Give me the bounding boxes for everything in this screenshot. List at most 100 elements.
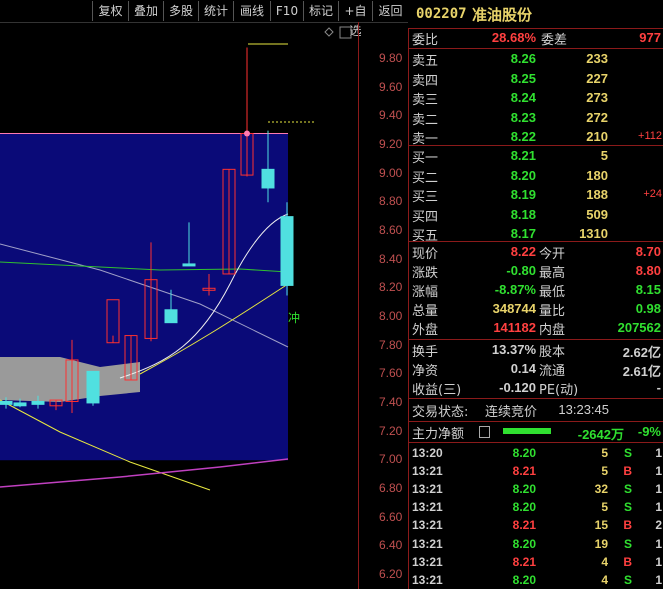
field-value: 8.20 [510, 167, 536, 183]
field-label: 换手 [412, 345, 439, 360]
field-label: 现价 [412, 247, 439, 262]
price-tick: 9.00 [379, 165, 403, 180]
field-value: 210 [586, 129, 608, 144]
field-label: 买三 [412, 190, 439, 205]
field-label: 流通 [539, 364, 566, 379]
field-value: +112 [638, 130, 662, 142]
tick-n: 1 [655, 572, 662, 587]
field-label: 委比 [412, 33, 439, 48]
tick-time: 13:21 [412, 536, 443, 551]
field-label: 涨跌 [412, 266, 439, 281]
tick-n: 1 [655, 446, 662, 460]
high-marker [244, 130, 250, 137]
tick-row: 13:21 8.21 4 B 1 [409, 553, 663, 571]
toolbar: 复权 叠加 多股 统计 画线 F10 标记 +自选 返回 [0, 0, 408, 38]
tick-time: 13:21 [412, 554, 443, 569]
field-label: 交易状态: [412, 405, 469, 420]
price-tick: 7.20 [379, 423, 403, 438]
field-label: 卖四 [412, 73, 439, 89]
tick-n: 1 [655, 482, 662, 497]
toolbar-button-0[interactable]: 复权 [92, 1, 128, 21]
field-label: PE(动) [539, 383, 579, 398]
tick-vol: 4 [601, 572, 608, 587]
tick-time: 13:21 [412, 518, 443, 533]
tick-price: 8.21 [512, 518, 536, 533]
field-value: 8.17 [510, 226, 536, 241]
tick-price: 8.20 [512, 536, 536, 551]
kline-chart[interactable]: 冲 [0, 22, 358, 589]
tick-side: B [623, 554, 632, 569]
field-label: 卖二 [412, 112, 439, 128]
divider [409, 48, 663, 49]
tick-side: S [623, 536, 632, 551]
field-value: 8.22 [510, 129, 536, 144]
field-value: 348744 [492, 301, 536, 316]
field-value: 141182 [493, 320, 536, 335]
field-value: 227 [586, 70, 608, 86]
field-value: 273 [586, 90, 608, 105]
field-value: -0.120 [499, 380, 536, 395]
field-value: 8.15 [635, 282, 661, 297]
field-value: 188 [586, 187, 608, 202]
tick-time: 13:21 [412, 464, 443, 479]
tick-row: 13:21 8.20 32 S 1 [409, 480, 663, 498]
tick-side: S [623, 446, 632, 460]
field-value: 8.24 [510, 90, 536, 105]
divider [409, 145, 663, 146]
toolbar-button-5[interactable]: F10 [270, 1, 303, 21]
price-tick: 7.80 [379, 337, 403, 352]
price-tick: 9.20 [379, 136, 403, 151]
tick-side: B [623, 518, 632, 533]
tick-row: 13:21 8.21 5 B 1 [409, 462, 663, 480]
tick-row: 13:20 8.20 5 S 1 [409, 444, 663, 462]
price-tick: 8.80 [379, 194, 403, 209]
field-label: 买二 [412, 170, 439, 186]
price-axis: 9.80 9.60 9.40 9.20 9.00 8.80 8.60 8.40 8.20 8.00… [358, 22, 409, 589]
field-value: 1310 [579, 226, 608, 241]
toolbar-button-3[interactable]: 统计 [198, 1, 233, 21]
field-value: 8.19 [510, 187, 536, 202]
toolbar-button-6[interactable]: 标记 [303, 1, 338, 21]
field-label: 委差 [541, 33, 568, 48]
field-value: 0.98 [635, 301, 661, 316]
field-value: +24 [643, 188, 662, 200]
field-value: -8.87% [494, 282, 536, 297]
field-value: 2.62亿 [622, 345, 661, 360]
toolbar-button-4[interactable]: 画线 [233, 1, 270, 21]
field-value: 8.70 [635, 244, 661, 259]
field-label: 最低 [539, 285, 566, 300]
tick-vol: 32 [594, 482, 608, 497]
price-tick: 9.60 [379, 79, 403, 94]
toolbar-button-2[interactable]: 多股 [163, 1, 198, 21]
field-value: 272 [586, 109, 608, 125]
field-value: 28.68% [491, 30, 536, 45]
diamond-icon[interactable] [324, 27, 334, 37]
toolbar-button-1[interactable]: 叠加 [128, 1, 163, 21]
list-icon[interactable] [479, 426, 490, 438]
tick-n: 1 [655, 500, 662, 515]
tick-n: 1 [655, 554, 662, 569]
field-label: 卖三 [412, 93, 439, 108]
toolbar-button-7[interactable]: +自选 [338, 1, 372, 38]
field-value: 8.21 [510, 148, 536, 163]
field-label: 今开 [539, 247, 566, 262]
price-tick: 6.60 [379, 509, 403, 524]
toolbar-button-8[interactable]: 返回 [372, 1, 408, 21]
field-value: 8.18 [510, 206, 536, 222]
field-value: 8.25 [510, 70, 536, 86]
tick-vol: 15 [594, 518, 608, 533]
stock-code: 002207 [416, 6, 467, 22]
price-tick: 7.00 [379, 452, 403, 467]
tick-row: 13:21 8.20 19 S 1 [409, 535, 663, 553]
field-label: 涨幅 [412, 285, 439, 300]
chart-settings-icon[interactable] [339, 26, 352, 39]
field-value: 509 [586, 206, 608, 222]
tick-side: S [623, 500, 632, 515]
tick-vol: 19 [594, 536, 608, 551]
field-label: 卖五 [412, 54, 439, 69]
chart-band [0, 133, 288, 461]
field-label: 买一 [412, 151, 439, 166]
tick-n: 1 [655, 464, 662, 479]
tick-price: 8.20 [512, 572, 536, 587]
field-label: 股本 [539, 345, 566, 360]
